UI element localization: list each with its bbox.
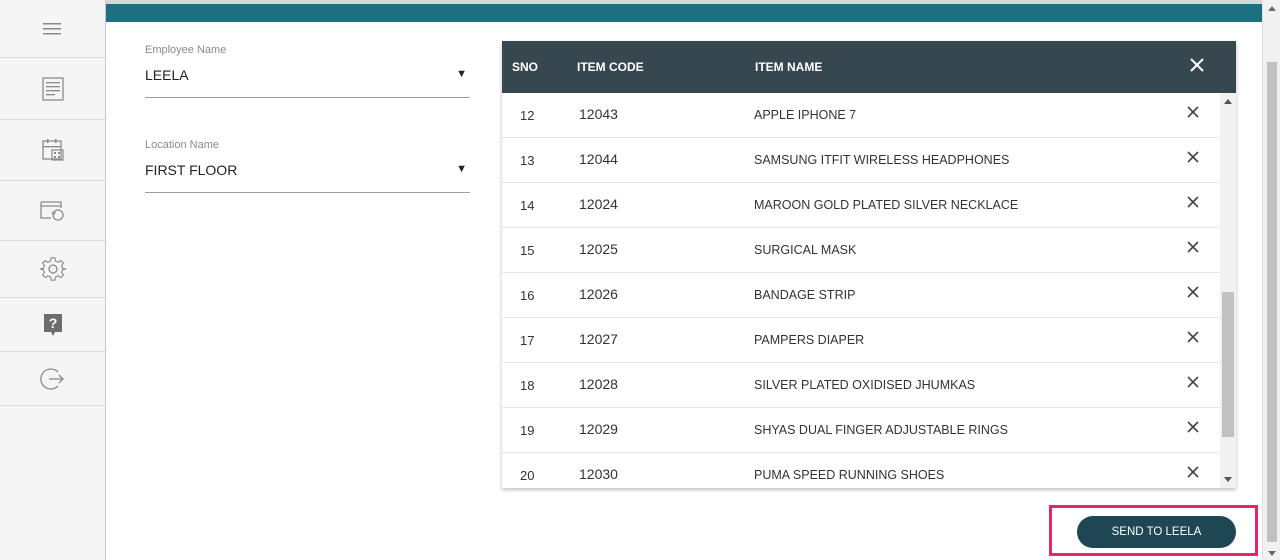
- column-header-item-code: ITEM CODE: [577, 60, 644, 74]
- location-name-value: FIRST FLOOR: [145, 162, 238, 178]
- remove-item-icon[interactable]: [1186, 105, 1200, 119]
- table-row: 19 12029 SHYAS DUAL FINGER ADJUSTABLE RI…: [502, 408, 1220, 453]
- cell-sno: 19: [520, 423, 535, 438]
- remove-item-icon[interactable]: [1186, 375, 1200, 389]
- remove-item-icon[interactable]: [1186, 465, 1200, 479]
- logout-icon: [39, 367, 64, 390]
- table-row: 15 12025 SURGICAL MASK: [502, 228, 1220, 273]
- cell-sno: 20: [520, 468, 535, 483]
- sidebar: ?: [0, 0, 106, 560]
- page-scrollbar[interactable]: [1262, 0, 1280, 560]
- cell-item-code: 12025: [579, 241, 618, 257]
- remove-item-icon[interactable]: [1186, 420, 1200, 434]
- close-icon[interactable]: [1188, 56, 1206, 74]
- cell-item-name: MAROON GOLD PLATED SILVER NECKLACE: [754, 198, 1019, 212]
- dropdown-caret-icon: ▼: [456, 163, 467, 175]
- items-table: SNO ITEM CODE ITEM NAME 12 12043 APPLE I…: [502, 41, 1236, 488]
- scroll-up-icon[interactable]: [1224, 99, 1232, 104]
- cell-item-code: 12030: [579, 466, 618, 482]
- sidebar-item-returns[interactable]: [0, 181, 105, 241]
- sidebar-item-help[interactable]: ?: [0, 298, 105, 352]
- employee-name-label: Employee Name: [145, 44, 227, 56]
- help-icon: ?: [43, 313, 62, 336]
- table-scrollbar-thumb[interactable]: [1222, 292, 1234, 437]
- remove-item-icon[interactable]: [1186, 240, 1200, 254]
- sidebar-item-logout[interactable]: [0, 352, 105, 406]
- remove-item-icon[interactable]: [1186, 195, 1200, 209]
- location-name-label: Location Name: [145, 139, 219, 151]
- cell-sno: 12: [520, 108, 535, 123]
- cell-item-code: 12024: [579, 196, 618, 212]
- table-row: 12 12043 APPLE IPHONE 7: [502, 93, 1220, 138]
- sidebar-item-calendar[interactable]: [0, 120, 105, 181]
- column-header-sno: SNO: [512, 60, 539, 74]
- table-row: 20 12030 PUMA SPEED RUNNING SHOES: [502, 453, 1220, 488]
- table-row: 18 12028 SILVER PLATED OXIDISED JHUMKAS: [502, 363, 1220, 408]
- table-scrollbar[interactable]: [1220, 93, 1236, 488]
- cell-item-code: 12044: [579, 151, 618, 167]
- cell-item-name: SILVER PLATED OXIDISED JHUMKAS: [754, 378, 976, 392]
- svg-text:?: ?: [48, 315, 57, 331]
- cell-item-name: SURGICAL MASK: [754, 243, 857, 257]
- page-scrollbar-thumb[interactable]: [1267, 62, 1277, 542]
- calendar-icon: [41, 139, 64, 161]
- scroll-down-icon[interactable]: [1224, 477, 1232, 482]
- location-name-select[interactable]: Location Name FIRST FLOOR ▼: [145, 139, 470, 193]
- cell-item-name: BANDAGE STRIP: [754, 288, 856, 302]
- column-header-item-name: ITEM NAME: [755, 60, 823, 74]
- table-header: SNO ITEM CODE ITEM NAME: [502, 41, 1236, 93]
- cell-item-code: 12028: [579, 376, 618, 392]
- scroll-down-icon[interactable]: [1268, 551, 1276, 556]
- top-bar: [106, 0, 1262, 22]
- cell-sno: 14: [520, 198, 535, 213]
- sidebar-item-settings[interactable]: [0, 241, 105, 298]
- cell-sno: 13: [520, 153, 535, 168]
- table-row: 13 12044 SAMSUNG ITFIT WIRELESS HEADPHON…: [502, 138, 1220, 183]
- gear-icon: [39, 257, 66, 281]
- table-body[interactable]: 12 12043 APPLE IPHONE 7 13 12044 SAMSUNG…: [502, 93, 1220, 488]
- cell-item-name: PUMA SPEED RUNNING SHOES: [754, 468, 945, 482]
- cell-item-name: PAMPERS DIAPER: [754, 333, 865, 347]
- remove-item-icon[interactable]: [1186, 150, 1200, 164]
- cell-sno: 17: [520, 333, 535, 348]
- cell-sno: 16: [520, 288, 535, 303]
- employee-name-select[interactable]: Employee Name LEELA ▼: [145, 44, 470, 98]
- dropdown-caret-icon: ▼: [456, 68, 467, 80]
- sidebar-item-documents[interactable]: [0, 58, 105, 120]
- cell-item-code: 12043: [579, 106, 618, 122]
- cell-item-code: 12029: [579, 421, 618, 437]
- table-row: 14 12024 MAROON GOLD PLATED SILVER NECKL…: [502, 183, 1220, 228]
- menu-button[interactable]: [0, 0, 105, 58]
- scroll-up-icon[interactable]: [1268, 6, 1276, 11]
- cell-item-name: SAMSUNG ITFIT WIRELESS HEADPHONES: [754, 153, 1010, 167]
- return-icon: [39, 200, 64, 221]
- menu-icon: [42, 22, 61, 34]
- remove-item-icon[interactable]: [1186, 285, 1200, 299]
- cell-item-name: APPLE IPHONE 7: [754, 108, 857, 122]
- send-to-employee-button[interactable]: SEND TO LEELA: [1077, 516, 1236, 548]
- cell-sno: 18: [520, 378, 535, 393]
- document-list-icon: [41, 76, 64, 101]
- cell-item-code: 12027: [579, 331, 618, 347]
- table-row: 16 12026 BANDAGE STRIP: [502, 273, 1220, 318]
- cell-item-code: 12026: [579, 286, 618, 302]
- remove-item-icon[interactable]: [1186, 330, 1200, 344]
- cell-sno: 15: [520, 243, 535, 258]
- employee-name-value: LEELA: [145, 67, 189, 83]
- cell-item-name: SHYAS DUAL FINGER ADJUSTABLE RINGS: [754, 423, 1008, 437]
- table-row: 17 12027 PAMPERS DIAPER: [502, 318, 1220, 363]
